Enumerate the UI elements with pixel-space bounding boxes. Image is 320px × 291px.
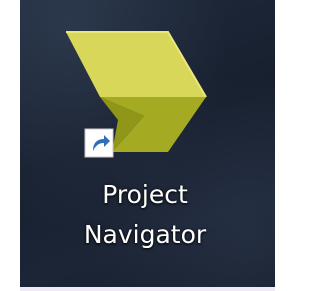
project-navigator-shortcut[interactable]: Project Navigator — [60, 20, 230, 270]
shortcut-label-line2: Navigator — [83, 220, 207, 249]
page: Project Navigator — [0, 0, 275, 291]
shortcut-label-line1: Project — [102, 180, 188, 209]
desktop-background: Project Navigator — [20, 0, 275, 287]
shortcut-arrow-icon — [84, 128, 114, 158]
shortcut-label: Project Navigator — [60, 175, 230, 255]
bottom-edge — [20, 287, 275, 291]
